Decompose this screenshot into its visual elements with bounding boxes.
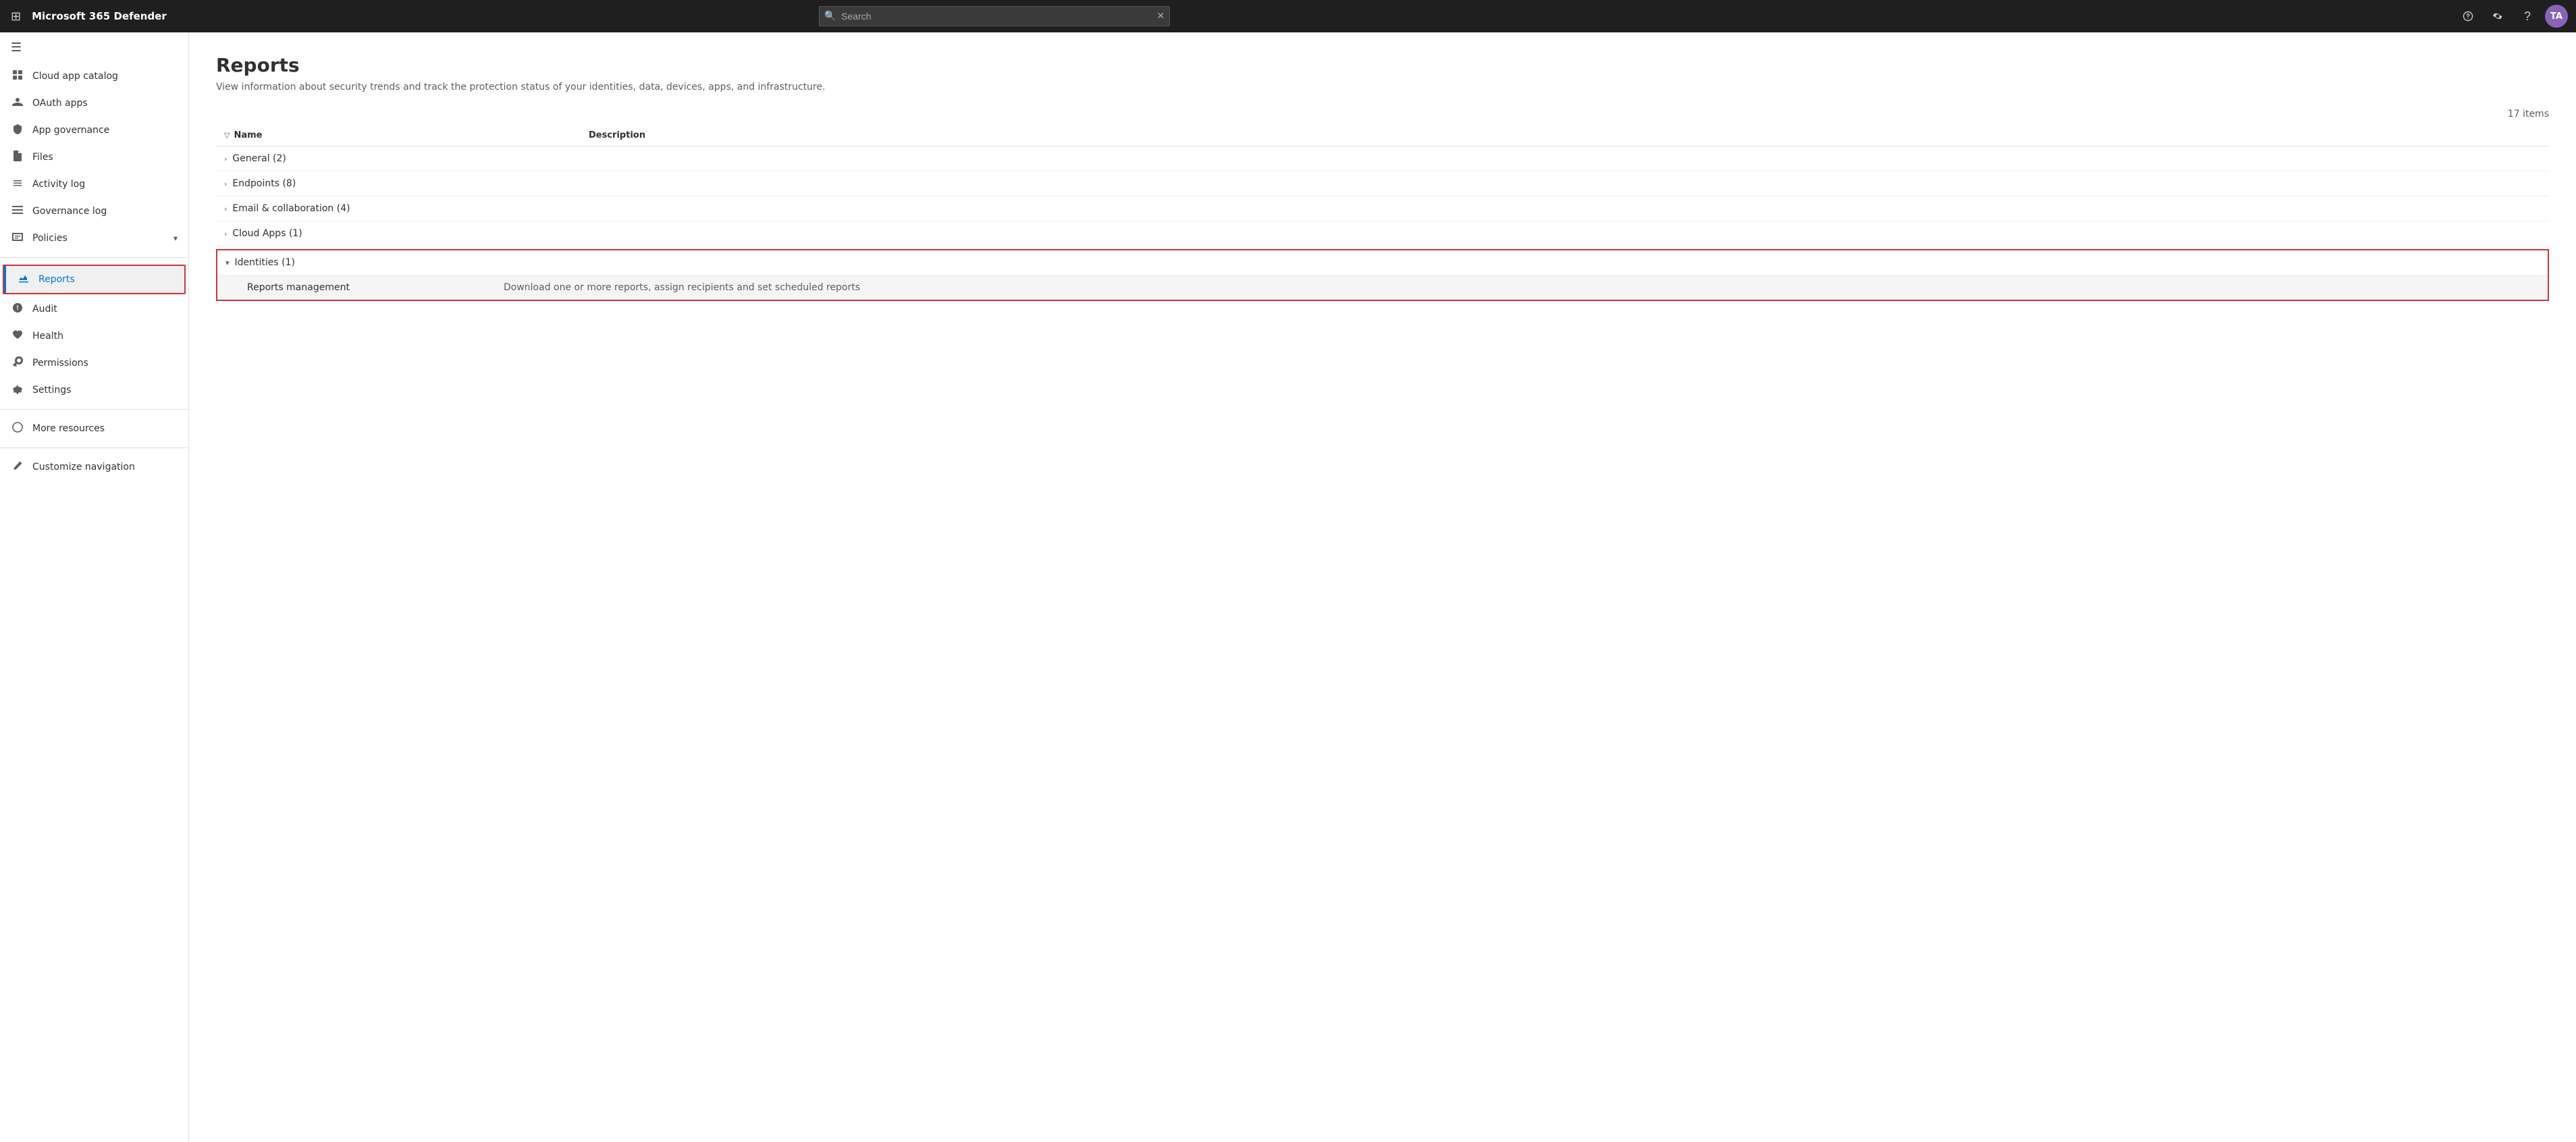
sidebar-label: Activity log — [32, 179, 178, 190]
search-icon: 🔍 — [824, 11, 836, 22]
audit-icon — [11, 302, 24, 316]
group-name: Identities (1) — [235, 257, 295, 268]
group-identities: ▾ Identities (1) Reports management Down… — [216, 249, 2549, 301]
pencil-icon — [11, 460, 24, 474]
group-name: Cloud Apps (1) — [232, 228, 302, 239]
group-row-cloud-apps[interactable]: › Cloud Apps (1) — [216, 221, 2549, 246]
col-name-header[interactable]: ▽ Name — [216, 125, 581, 146]
sidebar-item-cloud-app-catalog[interactable]: Cloud app catalog — [0, 63, 188, 90]
shield-icon — [11, 124, 24, 137]
chevron-right-icon: › — [224, 229, 227, 238]
grid-icon — [11, 70, 24, 83]
group-row-email-collab[interactable]: › Email & collaboration (4) — [216, 196, 2549, 221]
list-alt-icon — [11, 205, 24, 218]
id-badge-icon — [11, 97, 24, 110]
chevron-down-icon: ▾ — [225, 259, 230, 267]
sidebar-divider — [0, 257, 188, 258]
sidebar-item-reports[interactable]: Reports — [4, 266, 184, 293]
sidebar-label: Cloud app catalog — [32, 71, 178, 82]
sidebar-item-more-resources[interactable]: More resources — [0, 415, 188, 442]
sidebar-label: Policies — [32, 233, 165, 244]
sub-row-reports-management: Reports management Download one or more … — [217, 275, 2548, 300]
sidebar-item-activity-log[interactable]: Activity log — [0, 171, 188, 198]
sidebar-label: Reports — [38, 274, 173, 285]
main-layout: ☰ Cloud app catalog OAuth apps App gover… — [0, 32, 2576, 1142]
sidebar-label: OAuth apps — [32, 98, 178, 109]
search-bar: 🔍 ✕ — [819, 6, 1170, 26]
sidebar-item-health[interactable]: Health — [0, 323, 188, 350]
sidebar-label: Permissions — [32, 358, 178, 369]
sidebar-item-oauth-apps[interactable]: OAuth apps — [0, 90, 188, 117]
apps-icon[interactable]: ⊞ — [8, 7, 24, 26]
feedback-button[interactable] — [2456, 4, 2480, 28]
key-icon — [11, 356, 24, 370]
sidebar-item-policies[interactable]: Policies ▾ — [0, 225, 188, 252]
sidebar-divider-2 — [0, 409, 188, 410]
sidebar-item-customize-navigation[interactable]: Customize navigation — [0, 454, 188, 481]
group-name: General (2) — [232, 153, 286, 164]
page-subtitle: View information about security trends a… — [216, 82, 2549, 92]
document-icon — [11, 151, 24, 164]
sidebar-label: Governance log — [32, 206, 178, 217]
group-name: Email & collaboration (4) — [232, 203, 350, 214]
sidebar-label: Files — [32, 152, 178, 163]
help-button[interactable]: ? — [2515, 4, 2540, 28]
policy-icon — [11, 232, 24, 245]
settings-button[interactable] — [2486, 4, 2510, 28]
topbar-right: ? TA — [2456, 4, 2568, 28]
group-row-identities[interactable]: ▾ Identities (1) — [217, 250, 2548, 275]
sub-row-description: Download one or more reports, assign rec… — [504, 282, 860, 293]
items-count: 17 items — [216, 109, 2549, 119]
sidebar: ☰ Cloud app catalog OAuth apps App gover… — [0, 32, 189, 1142]
reports-table: ▽ Name Description › General (2) › Endpo… — [216, 125, 2549, 304]
chevron-right-icon: › — [224, 180, 227, 188]
sidebar-item-files[interactable]: Files — [0, 144, 188, 171]
info-icon — [11, 422, 24, 435]
group-name: Endpoints (8) — [232, 178, 296, 189]
sort-chevron-icon: ▽ — [224, 131, 230, 140]
user-avatar[interactable]: TA — [2545, 5, 2568, 28]
sidebar-item-app-governance[interactable]: App governance — [0, 117, 188, 144]
sidebar-label: Customize navigation — [32, 462, 178, 472]
sidebar-label: Settings — [32, 385, 178, 396]
sidebar-item-governance-log[interactable]: Governance log — [0, 198, 188, 225]
sidebar-toggle[interactable]: ☰ — [0, 32, 188, 63]
sidebar-divider-3 — [0, 447, 188, 448]
gear-icon — [11, 383, 24, 397]
list-icon — [11, 178, 24, 191]
sidebar-item-audit[interactable]: Audit — [0, 296, 188, 323]
sidebar-item-permissions[interactable]: Permissions — [0, 350, 188, 377]
app-title: Microsoft 365 Defender — [32, 10, 167, 22]
topbar: ⊞ Microsoft 365 Defender 🔍 ✕ ? TA — [0, 0, 2576, 32]
heart-icon — [11, 329, 24, 343]
chart-icon — [17, 273, 30, 286]
sub-row-name: Reports management — [247, 282, 504, 293]
col-description-header: Description — [581, 125, 2549, 146]
sidebar-label: More resources — [32, 423, 178, 434]
chevron-down-icon: ▾ — [173, 234, 178, 243]
sidebar-item-settings[interactable]: Settings — [0, 377, 188, 404]
chevron-right-icon: › — [224, 205, 227, 213]
page-title: Reports — [216, 54, 2549, 76]
sidebar-label: Audit — [32, 304, 178, 315]
chevron-right-icon: › — [224, 155, 227, 163]
main-content: Reports View information about security … — [189, 32, 2576, 1142]
search-input[interactable] — [819, 6, 1170, 26]
group-row-endpoints[interactable]: › Endpoints (8) — [216, 171, 2549, 196]
clear-search-icon[interactable]: ✕ — [1156, 11, 1164, 22]
sidebar-label: App governance — [32, 125, 178, 136]
sidebar-label: Health — [32, 331, 178, 342]
group-row-general[interactable]: › General (2) — [216, 146, 2549, 172]
